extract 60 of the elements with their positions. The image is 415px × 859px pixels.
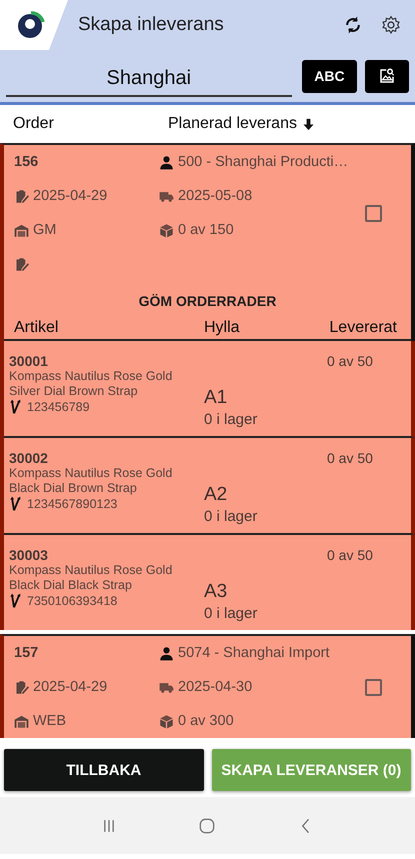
hide-lines-button[interactable]: GÖM ORDERRADER [132,287,282,315]
refresh-icon [343,15,363,35]
clipboard-pen-icon [14,188,29,204]
image-search-icon [378,67,396,85]
order-card[interactable] [0,143,415,630]
delivered-count: 0 av 50 [327,547,374,565]
search-field[interactable]: Shanghai [6,61,292,97]
delivery-date: 2025-05-08 [178,188,252,204]
quantity-count: 0 av 150 [178,222,234,238]
screen-title: Skapa inleverans [78,14,225,36]
article-number: 30001 [9,353,49,369]
delivered-count: 0 av 50 [327,353,374,371]
supplier-name: 500 - Shanghai Producti… [178,154,348,170]
order-checkbox[interactable] [365,678,382,696]
order-date: 2025-04-29 [33,679,108,695]
warehouse-code: WEB [33,713,66,729]
image-search-button[interactable] [365,60,409,92]
keyboard-mode-button[interactable]: ABC [302,60,358,92]
order-date: 2025-04-29 [33,188,108,204]
cube-icon [159,714,174,728]
order-number: 157 [14,645,38,661]
stock-count: 0 i lager [204,508,258,525]
delivery-date: 2025-04-30 [178,679,252,695]
barcode-number: 1234567890123 [27,496,118,510]
shelf-location: A2 [204,484,228,506]
person-icon [159,646,174,660]
delivered-count: 0 av 50 [327,450,374,468]
barcode-number: 123456789 [27,400,90,414]
article-description: Kompass Nautilus Rose Gold Black Dial Brown Strap [9,466,174,496]
quantity-count: 0 av 300 [178,713,234,729]
clipboard-pen-icon [14,256,29,272]
stock-count: 0 i lager [204,605,258,622]
sort-column-header[interactable]: Planerad leverans [168,115,297,133]
cube-icon [159,222,174,238]
sort-down-arrow-icon [300,116,316,132]
article-number: 30003 [9,547,49,563]
barcode-number: 7350106393418 [27,594,118,608]
column-header: Hylla [204,319,241,337]
order-card[interactable]: 157 5074 - Shanghai Import 2025-04-29 2025-04-30 WEB 0 av 300 [0,634,415,738]
article-description: Kompass Nautilus Rose Gold Silver Dial Brown Strap [9,369,174,399]
order-checkbox[interactable] [365,204,382,222]
supplier-name: 5074 - Shanghai Import [178,645,330,661]
warehouse-code: GM [33,222,56,238]
article-number: 30002 [9,450,49,466]
article-description: Kompass Nautilus Rose Gold Black Dial Black Strap [9,563,174,593]
stock-count: 0 i lager [204,411,258,428]
shelf-location: A3 [204,581,228,603]
column-header: Levererat [329,319,397,337]
order-number: 156 [14,154,38,170]
settings-icon [381,15,401,35]
person-icon [159,154,174,170]
warehouse-icon [14,714,29,728]
shelf-location: A1 [204,387,228,409]
warehouse-icon [14,222,29,238]
clipboard-pen-icon [14,680,29,694]
column-header: Artikel [14,319,60,337]
home-icon [197,816,218,836]
column-header: Order [13,115,55,133]
back-button[interactable]: TILLBAKA [4,749,204,791]
app-logo [16,10,46,40]
